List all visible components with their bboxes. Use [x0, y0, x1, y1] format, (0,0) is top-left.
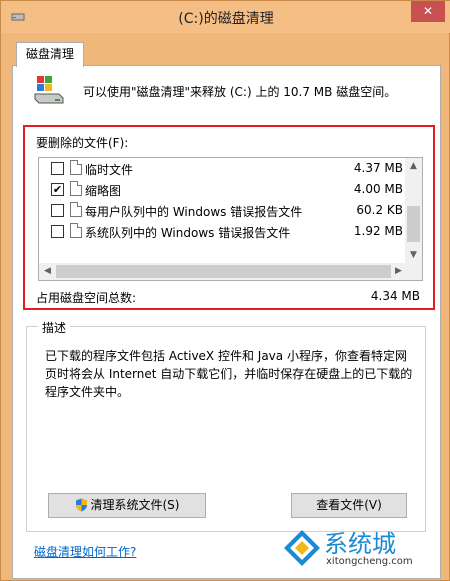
list-item[interactable]: 临时文件 4.37 MB	[39, 158, 407, 179]
file-name: 每用户队列中的 Windows 错误报告文件	[85, 205, 303, 219]
files-highlight-box: 要删除的文件(F): 临时文件 4.37 MB ✔ 缩略图 4.00 MB 每用…	[23, 125, 435, 310]
watermark-logo-icon	[284, 530, 320, 566]
checkbox[interactable]	[51, 162, 64, 175]
watermark-url: xitongcheng.com	[326, 556, 413, 567]
vertical-scrollbar[interactable]: ▲ ▼	[405, 158, 422, 264]
list-item[interactable]: 系统队列中的 Windows 错误报告文件 1.92 MB	[39, 221, 407, 242]
view-files-button[interactable]: 查看文件(V)	[291, 493, 407, 518]
free-space-info: 可以使用"磁盘清理"来释放 (C:) 上的 10.7 MB 磁盘空间。	[83, 85, 397, 99]
horizontal-scrollbar[interactable]: ◀ ▶	[39, 263, 422, 280]
file-size: 4.37 MB	[353, 161, 403, 175]
scroll-up-icon[interactable]: ▲	[405, 158, 422, 175]
help-link[interactable]: 磁盘清理如何工作?	[34, 543, 136, 560]
close-button[interactable]: ✕	[411, 1, 445, 22]
list-item[interactable]: 每用户队列中的 Windows 错误报告文件 60.2 KB	[39, 200, 407, 221]
checkbox[interactable]: ✔	[51, 183, 64, 196]
file-name: 缩略图	[85, 184, 122, 198]
scroll-left-icon[interactable]: ◀	[39, 263, 56, 280]
clean-system-files-button[interactable]: 清理系统文件(S)	[48, 493, 206, 518]
watermark: 系统城 xitongcheng.com	[282, 524, 432, 574]
main-panel: 可以使用"磁盘清理"来释放 (C:) 上的 10.7 MB 磁盘空间。 要删除的…	[12, 65, 441, 579]
checkbox[interactable]	[51, 204, 64, 217]
drive-icon	[34, 76, 64, 104]
description-label: 描述	[38, 319, 71, 336]
document-icon	[70, 202, 82, 217]
uac-shield-icon	[75, 498, 87, 512]
file-size: 4.00 MB	[353, 182, 403, 196]
files-to-delete-label: 要删除的文件(F):	[36, 136, 129, 150]
checkbox[interactable]	[51, 225, 64, 238]
document-icon	[70, 181, 82, 196]
window-title: (C:)的磁盘清理	[178, 11, 274, 27]
document-icon	[70, 223, 82, 238]
scroll-down-icon[interactable]: ▼	[405, 247, 422, 264]
document-icon	[70, 160, 82, 175]
file-name: 系统队列中的 Windows 错误报告文件	[85, 226, 291, 240]
files-list[interactable]: 临时文件 4.37 MB ✔ 缩略图 4.00 MB 每用户队列中的 Windo…	[38, 157, 423, 281]
tab-disk-cleanup[interactable]: 磁盘清理	[16, 42, 84, 67]
scroll-right-icon[interactable]: ▶	[390, 263, 407, 280]
file-size: 60.2 KB	[356, 203, 403, 217]
file-size: 1.92 MB	[353, 224, 403, 238]
file-name: 临时文件	[85, 163, 134, 177]
watermark-brand: 系统城	[324, 530, 396, 558]
vertical-scroll-thumb[interactable]	[407, 206, 420, 242]
title-bar[interactable]: (C:)的磁盘清理 ✕	[1, 1, 450, 33]
disk-cleanup-window: (C:)的磁盘清理 ✕ 磁盘清理 可以使用"磁盘清理"来释放 (C:) 上的 1…	[0, 0, 450, 581]
list-item[interactable]: ✔ 缩略图 4.00 MB	[39, 179, 407, 200]
total-space-label: 占用磁盘空间总数:	[36, 291, 137, 305]
total-space-value: 4.34 MB	[370, 289, 420, 303]
description-group: 描述 已下载的程序文件包括 ActiveX 控件和 Java 小程序，你查看特定…	[26, 319, 426, 532]
description-text: 已下载的程序文件包括 ActiveX 控件和 Java 小程序，你查看特定网页时…	[45, 349, 413, 399]
clean-system-files-label: 清理系统文件(S)	[90, 498, 180, 512]
horizontal-scroll-thumb[interactable]	[56, 265, 391, 278]
